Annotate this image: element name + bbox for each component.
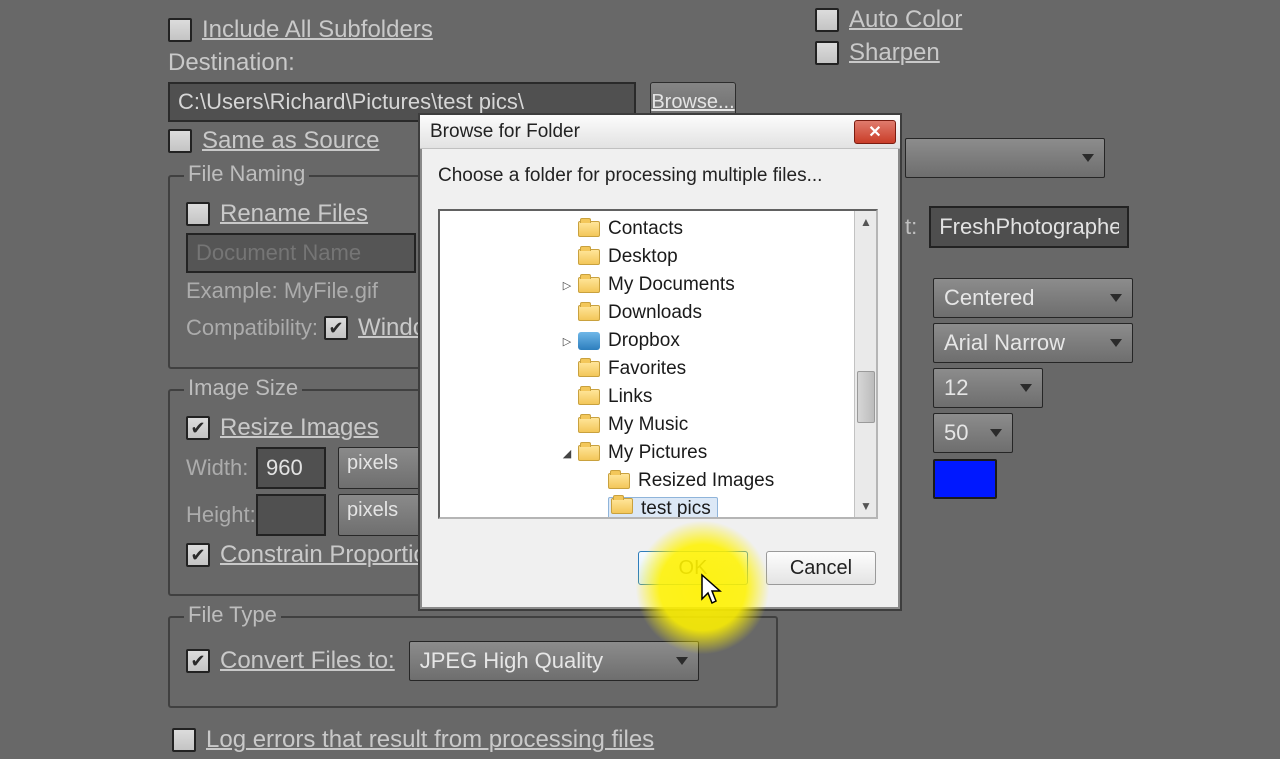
text-field-suffix: t: xyxy=(905,214,917,240)
folder-icon xyxy=(578,389,600,405)
folder-icon xyxy=(578,417,600,433)
width-label: Width: xyxy=(186,455,256,481)
file-type-group: File Type Convert Files to: JPEG High Qu… xyxy=(168,616,778,708)
tree-item[interactable]: Desktop xyxy=(440,243,858,271)
browse-for-folder-dialog: Browse for Folder ✕ Choose a folder for … xyxy=(418,113,902,611)
tree-item-label: Downloads xyxy=(608,302,702,324)
rename-files-checkbox[interactable] xyxy=(186,202,210,226)
constrain-proportions-checkbox[interactable] xyxy=(186,543,210,567)
tree-item[interactable]: ▷ Dropbox xyxy=(440,327,858,355)
tree-item-label: Desktop xyxy=(608,246,678,268)
height-input[interactable] xyxy=(256,494,326,536)
tree-item[interactable]: My Music xyxy=(440,411,858,439)
tree-item[interactable]: Resized Images xyxy=(440,467,858,495)
width-input[interactable] xyxy=(256,447,326,489)
tree-item-label: Dropbox xyxy=(608,330,680,352)
chevron-down-icon xyxy=(1110,339,1122,347)
tree-item-label: Favorites xyxy=(608,358,686,380)
cancel-button[interactable]: Cancel xyxy=(766,551,876,585)
example-label: Example: MyFile.gif xyxy=(186,278,378,304)
tree-item[interactable]: Downloads xyxy=(440,299,858,327)
image-size-legend: Image Size xyxy=(184,375,302,401)
sharpen-label: Sharpen xyxy=(849,39,940,67)
font-size-select[interactable]: 12 xyxy=(933,368,1043,408)
auto-color-label: Auto Color xyxy=(849,6,962,34)
position-select[interactable]: Centered xyxy=(933,278,1133,318)
chevron-down-icon xyxy=(1110,294,1122,302)
expand-icon[interactable]: ▷ xyxy=(560,334,574,348)
tree-item-label: Contacts xyxy=(608,218,683,240)
ok-button[interactable]: OK xyxy=(638,551,748,585)
chevron-down-icon xyxy=(990,429,1002,437)
height-label: Height: xyxy=(186,502,256,528)
convert-files-checkbox[interactable] xyxy=(186,649,210,673)
file-naming-legend: File Naming xyxy=(184,161,309,187)
width-units-select[interactable]: pixels xyxy=(338,447,424,489)
chevron-down-icon xyxy=(676,657,688,665)
resize-images-checkbox[interactable] xyxy=(186,416,210,440)
folder-icon xyxy=(578,277,600,293)
log-errors-label: Log errors that result from processing f… xyxy=(206,726,654,754)
convert-files-label: Convert Files to: xyxy=(220,647,395,675)
rename-files-label: Rename Files xyxy=(220,200,368,228)
tree-item-label: My Documents xyxy=(608,274,735,296)
folder-icon xyxy=(611,498,633,514)
height-units-select[interactable]: pixels xyxy=(338,494,424,536)
dialog-message: Choose a folder for processing multiple … xyxy=(438,165,882,187)
folder-icon xyxy=(578,305,600,321)
close-icon[interactable]: ✕ xyxy=(854,120,896,144)
include-subfolders-label: Include All Subfolders xyxy=(202,16,433,44)
resize-images-label: Resize Images xyxy=(220,414,379,442)
tree-item-label: test pics xyxy=(641,498,711,519)
folder-icon xyxy=(578,221,600,237)
folder-tree[interactable]: Contacts Desktop ▷ My Documents Downloads ▷ Dr… xyxy=(438,209,878,519)
dialog-title: Browse for Folder xyxy=(430,121,580,143)
include-subfolders-checkbox[interactable] xyxy=(168,18,192,42)
dialog-titlebar[interactable]: Browse for Folder ✕ xyxy=(420,115,900,149)
tree-item-label: My Pictures xyxy=(608,442,707,464)
tree-item[interactable]: Links xyxy=(440,383,858,411)
tree-item[interactable]: ▷ My Documents xyxy=(440,271,858,299)
format-select[interactable]: JPEG High Quality xyxy=(409,641,699,681)
label-select-1[interactable] xyxy=(905,138,1105,178)
font-select[interactable]: Arial Narrow xyxy=(933,323,1133,363)
opacity-select[interactable]: 50 xyxy=(933,413,1013,453)
scrollbar[interactable]: ▲ ▼ xyxy=(854,211,876,517)
tree-item[interactable]: ◢ My Pictures xyxy=(440,439,858,467)
tree-item[interactable]: Favorites xyxy=(440,355,858,383)
tree-item-label: Resized Images xyxy=(638,470,774,492)
chevron-down-icon xyxy=(1020,384,1032,392)
chevron-down-icon xyxy=(1082,154,1094,162)
folder-icon xyxy=(608,473,630,489)
destination-label: Destination: xyxy=(168,49,295,77)
windows-checkbox[interactable] xyxy=(324,316,348,340)
watermark-text-input[interactable] xyxy=(929,206,1129,248)
file-type-legend: File Type xyxy=(184,602,281,628)
expand-icon[interactable]: ▷ xyxy=(560,278,574,292)
compatibility-label: Compatibility: xyxy=(186,315,318,341)
same-as-source-checkbox[interactable] xyxy=(168,129,192,153)
scroll-down-icon[interactable]: ▼ xyxy=(855,495,877,517)
folder-icon xyxy=(578,361,600,377)
folder-icon xyxy=(578,445,600,461)
color-swatch[interactable] xyxy=(933,459,997,499)
log-errors-checkbox[interactable] xyxy=(172,728,196,752)
auto-color-checkbox[interactable] xyxy=(815,8,839,32)
expand-icon[interactable]: ◢ xyxy=(560,446,574,460)
scrollbar-thumb[interactable] xyxy=(857,371,875,423)
document-name-input xyxy=(186,233,416,273)
tree-item-label: My Music xyxy=(608,414,688,436)
tree-item[interactable]: test pics xyxy=(440,495,858,519)
same-as-source-label: Same as Source xyxy=(202,127,379,155)
sharpen-checkbox[interactable] xyxy=(815,41,839,65)
scroll-up-icon[interactable]: ▲ xyxy=(855,211,877,233)
folder-icon xyxy=(578,249,600,265)
tree-item-label: Links xyxy=(608,386,652,408)
tree-item[interactable]: Contacts xyxy=(440,215,858,243)
dropbox-icon xyxy=(578,332,600,350)
